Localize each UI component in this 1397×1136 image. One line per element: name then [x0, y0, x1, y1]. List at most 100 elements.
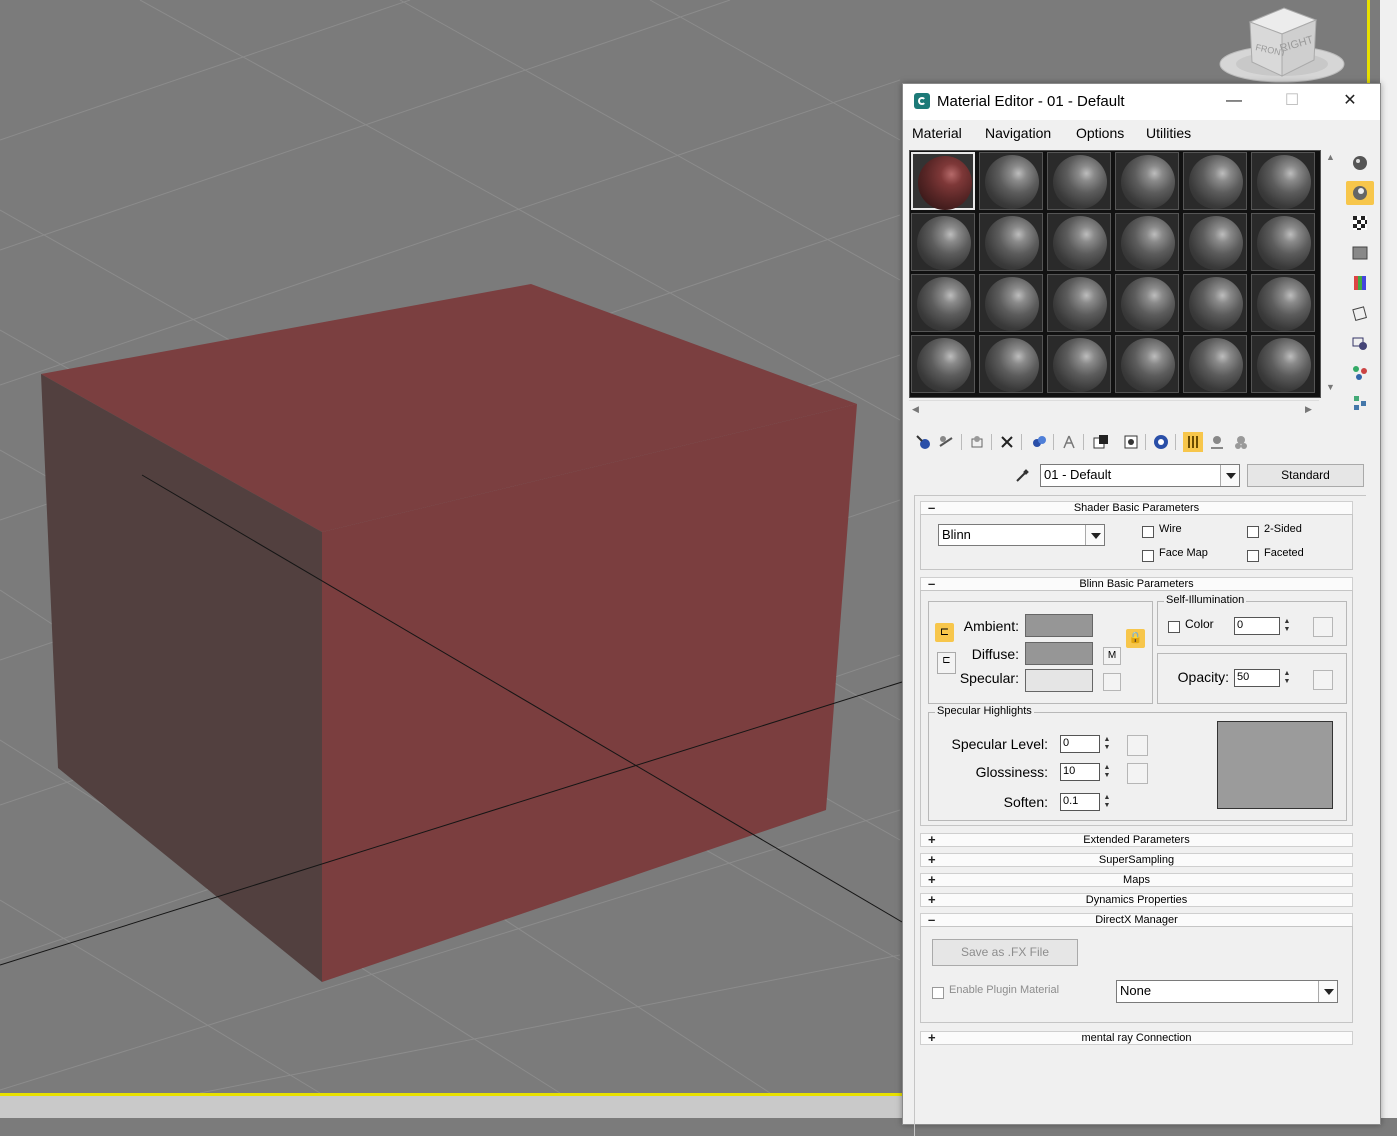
rollout-extended-parameters[interactable]: + Extended Parameters	[920, 833, 1353, 847]
sample-slot[interactable]	[911, 152, 975, 210]
ambient-color-swatch[interactable]	[1025, 614, 1093, 637]
wire-checkbox[interactable]	[1142, 526, 1154, 538]
rollout-shader-basic[interactable]: – Shader Basic Parameters	[920, 501, 1353, 515]
lock-icon[interactable]: 🔒	[1126, 629, 1145, 648]
material-type-button[interactable]: Standard	[1247, 464, 1364, 487]
sample-slot[interactable]	[979, 335, 1043, 393]
make-preview-icon[interactable]	[1346, 301, 1374, 325]
sample-type-sphere-icon[interactable]	[1346, 151, 1374, 175]
video-color-check-icon[interactable]	[1346, 271, 1374, 295]
sample-slot[interactable]	[1115, 152, 1179, 210]
sample-slot[interactable]	[979, 213, 1043, 271]
spinner-arrows-icon[interactable]: ▲ ▼	[1282, 670, 1292, 686]
slots-vertical-scrollbar[interactable]: ▲ ▼	[1322, 150, 1339, 396]
sample-slot[interactable]	[1047, 213, 1111, 271]
sample-slot[interactable]	[1251, 335, 1315, 393]
diffuse-color-swatch[interactable]	[1025, 642, 1093, 665]
sample-slot[interactable]	[1047, 274, 1111, 332]
show-shaded-material-icon[interactable]	[1121, 432, 1141, 452]
get-material-icon[interactable]	[913, 432, 933, 452]
specular-level-map-button[interactable]	[1127, 735, 1148, 756]
spinner-arrows-icon[interactable]: ▲ ▼	[1102, 794, 1112, 810]
backlight-icon[interactable]	[1346, 181, 1374, 205]
shader-type-select[interactable]: Blinn	[938, 524, 1105, 546]
go-to-parent-icon[interactable]	[1183, 432, 1203, 452]
face-map-checkbox[interactable]	[1142, 550, 1154, 562]
spinner-arrows-icon[interactable]: ▲ ▼	[1102, 736, 1112, 752]
sample-slot[interactable]	[1047, 335, 1111, 393]
sample-slot[interactable]	[911, 335, 975, 393]
show-end-result-icon[interactable]	[1151, 432, 1171, 452]
background-checker-icon[interactable]	[1346, 211, 1374, 235]
put-to-scene-icon[interactable]	[936, 432, 956, 452]
two-sided-checkbox[interactable]	[1247, 526, 1259, 538]
chevron-down-icon[interactable]	[1318, 981, 1337, 1002]
menu-utilities[interactable]: Utilities	[1146, 125, 1191, 141]
sample-uv-tiling-icon[interactable]	[1346, 241, 1374, 265]
faceted-checkbox[interactable]	[1247, 550, 1259, 562]
rollout-mental-ray-connection[interactable]: + mental ray Connection	[920, 1031, 1353, 1045]
reset-map-icon[interactable]	[997, 432, 1017, 452]
specular-color-swatch[interactable]	[1025, 669, 1093, 692]
self-illum-map-button[interactable]	[1313, 617, 1333, 637]
sample-slot[interactable]	[1047, 152, 1111, 210]
enable-plugin-checkbox[interactable]	[932, 987, 944, 999]
spinner-arrows-icon[interactable]: ▲ ▼	[1282, 618, 1292, 634]
sample-slot[interactable]	[979, 274, 1043, 332]
sample-slot[interactable]	[911, 274, 975, 332]
self-illum-spinner[interactable]: 0 ▲ ▼	[1234, 617, 1290, 635]
glossiness-spinner[interactable]: 10 ▲ ▼	[1060, 763, 1110, 781]
sample-slot[interactable]	[1251, 213, 1315, 271]
minimize-button[interactable]: —	[1205, 84, 1263, 120]
material-navigator-icon[interactable]	[1231, 432, 1251, 452]
rollout-directx-manager[interactable]: – DirectX Manager	[920, 913, 1353, 927]
put-to-library-icon[interactable]	[1059, 432, 1079, 452]
title-bar[interactable]: Material Editor - 01 - Default — ☐ ✕	[903, 84, 1380, 120]
opacity-spinner[interactable]: 50 ▲ ▼	[1234, 669, 1290, 687]
menu-navigation[interactable]: Navigation	[985, 125, 1051, 141]
glossiness-map-button[interactable]	[1127, 763, 1148, 784]
sample-slot[interactable]	[1115, 213, 1179, 271]
scroll-right-icon[interactable]: ▶	[1305, 404, 1312, 415]
scroll-up-icon[interactable]: ▲	[1326, 152, 1335, 162]
sample-slot[interactable]	[1115, 335, 1179, 393]
chevron-down-icon[interactable]	[1085, 525, 1104, 545]
material-id-channel-icon[interactable]	[1091, 432, 1111, 452]
rollout-maps[interactable]: + Maps	[920, 873, 1353, 887]
lock-ambient-diffuse-icon[interactable]: ⊏	[935, 623, 954, 642]
pick-material-eyedropper-icon[interactable]	[1013, 467, 1031, 485]
sample-slot[interactable]	[1115, 274, 1179, 332]
diffuse-map-button[interactable]: M	[1103, 647, 1121, 665]
sample-slot[interactable]	[1183, 152, 1247, 210]
scroll-left-icon[interactable]: ◀	[912, 404, 919, 415]
material-map-navigator-icon[interactable]	[1346, 391, 1374, 415]
rollout-supersampling[interactable]: + SuperSampling	[920, 853, 1353, 867]
self-illum-color-checkbox[interactable]	[1168, 621, 1180, 633]
spinner-arrows-icon[interactable]: ▲ ▼	[1102, 764, 1112, 780]
rollout-dynamics-properties[interactable]: + Dynamics Properties	[920, 893, 1353, 907]
menu-options[interactable]: Options	[1076, 125, 1124, 141]
scroll-down-icon[interactable]: ▼	[1326, 382, 1335, 392]
save-fx-file-button[interactable]: Save as .FX File	[932, 939, 1078, 966]
go-forward-to-sibling-icon[interactable]	[1207, 432, 1227, 452]
sample-slot[interactable]	[1251, 152, 1315, 210]
assign-to-selection-icon[interactable]	[967, 432, 987, 452]
opacity-map-button[interactable]	[1313, 670, 1333, 690]
slots-horizontal-scrollbar[interactable]: ◀ ▶	[909, 400, 1319, 418]
maximize-button[interactable]: ☐	[1263, 84, 1321, 120]
sample-slot[interactable]	[911, 213, 975, 271]
sample-slot[interactable]	[1183, 274, 1247, 332]
sample-slot[interactable]	[1183, 335, 1247, 393]
soften-spinner[interactable]: 0.1 ▲ ▼	[1060, 793, 1110, 811]
specular-level-spinner[interactable]: 0 ▲ ▼	[1060, 735, 1110, 753]
close-button[interactable]: ✕	[1321, 84, 1379, 120]
rollout-blinn-basic[interactable]: – Blinn Basic Parameters	[920, 577, 1353, 591]
plugin-material-select[interactable]: None	[1116, 980, 1338, 1003]
select-by-material-icon[interactable]	[1346, 361, 1374, 385]
specular-map-button[interactable]	[1103, 673, 1121, 691]
sample-slot[interactable]	[979, 152, 1043, 210]
sample-slot[interactable]	[1183, 213, 1247, 271]
chevron-down-icon[interactable]	[1220, 465, 1239, 486]
sample-slot[interactable]	[1251, 274, 1315, 332]
material-name-field[interactable]: 01 - Default	[1040, 464, 1240, 487]
